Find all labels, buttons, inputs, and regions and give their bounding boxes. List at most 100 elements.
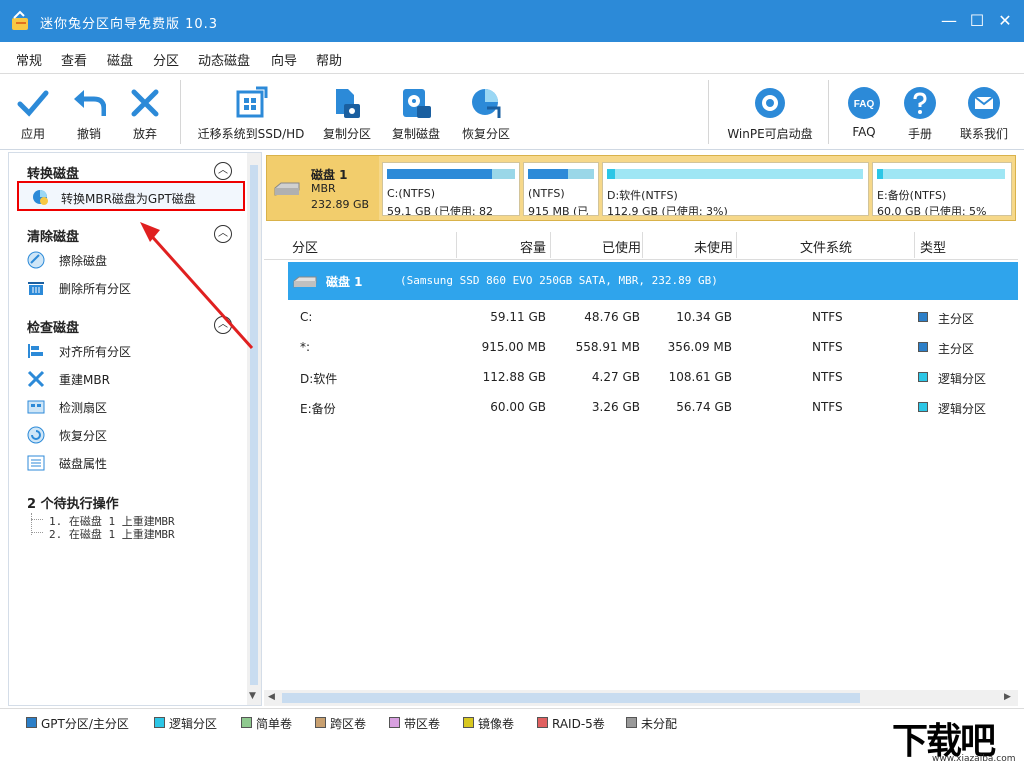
- toolbar-separator: [708, 80, 709, 144]
- column-header-type[interactable]: 类型: [920, 237, 946, 256]
- migrate-os-button[interactable]: 迁移系统到SSD/HD: [196, 74, 306, 150]
- partition-block-label: D:软件(NTFS): [607, 187, 678, 203]
- disk-map[interactable]: 磁盘 1 MBR 232.89 GB C:(NTFS) 59.1 GB (已使用…: [266, 155, 1016, 221]
- menu-disk[interactable]: 磁盘: [107, 50, 133, 69]
- cell-capacity: 59.11 GB: [456, 310, 546, 324]
- pending-operations-title: 2 个待执行操作: [27, 493, 119, 512]
- discard-button[interactable]: 放弃: [122, 74, 168, 150]
- cell-filesystem: NTFS: [812, 400, 843, 414]
- cell-filesystem: NTFS: [812, 310, 843, 324]
- cell-capacity: 112.88 GB: [456, 370, 546, 384]
- properties-list-icon: [27, 454, 45, 472]
- legend-swatch: [154, 717, 165, 728]
- menu-partition[interactable]: 分区: [153, 50, 179, 69]
- rebuild-mbr-item[interactable]: 重建MBR: [27, 368, 241, 390]
- wipe-disk-icon: [27, 251, 45, 269]
- partition-block-label: C:(NTFS): [387, 187, 435, 200]
- legend-swatch: [26, 717, 37, 728]
- column-separator[interactable]: [642, 232, 643, 258]
- table-horizontal-scrollbar[interactable]: ◀ ▶: [264, 690, 1018, 706]
- surface-test-item[interactable]: 检测扇区: [27, 396, 241, 418]
- partition-block-usage: 915 MB (已: [528, 203, 588, 216]
- faq-button[interactable]: FAQ FAQ: [842, 74, 886, 150]
- partition-block-star[interactable]: (NTFS) 915 MB (已: [523, 162, 599, 216]
- scroll-left-arrow-icon[interactable]: ◀: [268, 692, 275, 702]
- close-icon[interactable]: ✕: [994, 10, 1016, 32]
- cell-filesystem: NTFS: [812, 370, 843, 384]
- delete-partitions-icon: [27, 279, 45, 297]
- column-separator[interactable]: [736, 232, 737, 258]
- cell-capacity: 915.00 MB: [456, 340, 546, 354]
- menu-view[interactable]: 查看: [61, 50, 87, 69]
- recover-partition-item[interactable]: 恢复分区: [27, 424, 241, 446]
- annotation-arrow-icon: [130, 210, 260, 360]
- recover-partition-button[interactable]: 恢复分区: [456, 74, 516, 150]
- copy-disk-button[interactable]: 复制磁盘: [386, 74, 446, 150]
- watermark-url: www.xiazaiba.com: [932, 754, 1016, 764]
- cell-used: 4.27 GB: [550, 370, 640, 384]
- partition-block-c[interactable]: C:(NTFS) 59.1 GB (已使用: 82: [382, 162, 520, 216]
- convert-mbr-to-gpt-item[interactable]: 转换MBR磁盘为GPT磁盘: [17, 181, 245, 211]
- legend-swatch: [389, 717, 400, 728]
- cell-type: 主分区: [938, 340, 974, 357]
- disk-map-name: 磁盘 1: [311, 166, 348, 183]
- copy-partition-button[interactable]: 复制分区: [318, 74, 376, 150]
- column-separator[interactable]: [550, 232, 551, 258]
- table-row[interactable]: E:备份 60.00 GB 3.26 GB 56.74 GB NTFS 逻辑分区: [264, 392, 1018, 422]
- disk-map-type: MBR: [311, 182, 336, 195]
- legend-swatch: [537, 717, 548, 728]
- pending-operation-item[interactable]: 2. 在磁盘 1 上重建MBR: [49, 526, 175, 542]
- partition-block-d[interactable]: D:软件(NTFS) 112.9 GB (已使用: 3%): [602, 162, 869, 216]
- app-logo-icon: [10, 10, 32, 32]
- menu-general[interactable]: 常规: [16, 50, 42, 69]
- faq-icon-text: FAQ: [854, 99, 875, 110]
- column-separator[interactable]: [456, 232, 457, 258]
- menu-wizard[interactable]: 向导: [271, 50, 297, 69]
- manual-button[interactable]: 手册: [898, 74, 942, 150]
- column-header-capacity[interactable]: 容量: [520, 237, 546, 256]
- cell-unused: 10.34 GB: [642, 310, 732, 324]
- column-header-partition[interactable]: 分区: [292, 237, 318, 256]
- column-header-unused[interactable]: 未使用: [694, 237, 733, 256]
- partition-block-usage: 60.0 GB (已使用: 5%: [877, 203, 987, 216]
- convert-disk-icon: [31, 188, 49, 206]
- disk-row-selected[interactable]: 磁盘 1 (Samsung SSD 860 EVO 250GB SATA, MB…: [288, 262, 1018, 300]
- menu-help[interactable]: 帮助: [316, 50, 342, 69]
- table-row[interactable]: C: 59.11 GB 48.76 GB 10.34 GB NTFS 主分区: [264, 302, 1018, 332]
- scroll-right-arrow-icon[interactable]: ▶: [1004, 692, 1011, 702]
- type-color-swatch: [918, 342, 928, 352]
- usage-bar: [387, 169, 515, 179]
- disk-properties-item[interactable]: 磁盘属性: [27, 452, 241, 474]
- maximize-icon[interactable]: ☐: [966, 10, 988, 32]
- minimize-icon[interactable]: —: [938, 10, 960, 32]
- column-header-used[interactable]: 已使用: [602, 237, 641, 256]
- cell-type: 逻辑分区: [938, 400, 986, 417]
- table-row[interactable]: *: 915.00 MB 558.91 MB 356.09 MB NTFS 主分…: [264, 332, 1018, 362]
- column-separator[interactable]: [914, 232, 915, 258]
- usage-bar: [877, 169, 1005, 179]
- contact-us-button[interactable]: 联系我们: [952, 74, 1016, 150]
- disk-map-header[interactable]: 磁盘 1 MBR 232.89 GB: [267, 156, 379, 220]
- partition-block-e[interactable]: E:备份(NTFS) 60.0 GB (已使用: 5%: [872, 162, 1012, 216]
- partition-block-usage: 59.1 GB (已使用: 82: [387, 203, 493, 216]
- partition-block-usage: 112.9 GB (已使用: 3%): [607, 203, 728, 216]
- disk-map-size: 232.89 GB: [311, 198, 369, 211]
- cell-used: 48.76 GB: [550, 310, 640, 324]
- apply-button[interactable]: 应用: [10, 74, 56, 150]
- cell-unused: 356.09 MB: [642, 340, 732, 354]
- collapse-chevron-up-icon[interactable]: ︿: [214, 162, 232, 180]
- menu-dynamic-disk[interactable]: 动态磁盘: [198, 50, 250, 69]
- scrollbar-thumb[interactable]: [282, 693, 860, 703]
- copy-disk-icon: [399, 86, 433, 120]
- tree-branch: [31, 519, 43, 520]
- column-header-filesystem[interactable]: 文件系统: [800, 237, 852, 256]
- cell-unused: 108.61 GB: [642, 370, 732, 384]
- cell-used: 558.91 MB: [550, 340, 640, 354]
- undo-icon: [72, 86, 106, 120]
- legend-swatch: [463, 717, 474, 728]
- undo-button[interactable]: 撤销: [66, 74, 112, 150]
- scroll-down-arrow-icon[interactable]: ▼: [249, 691, 256, 701]
- legend-swatch: [315, 717, 326, 728]
- winpe-bootable-button[interactable]: WinPE可启动盘: [722, 74, 818, 150]
- table-row[interactable]: D:软件 112.88 GB 4.27 GB 108.61 GB NTFS 逻辑…: [264, 362, 1018, 392]
